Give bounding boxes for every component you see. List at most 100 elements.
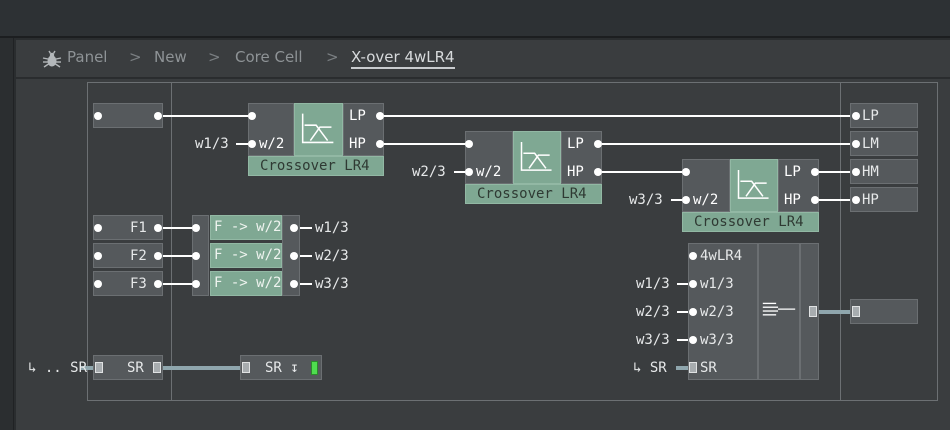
output-hm-port[interactable] bbox=[852, 168, 860, 176]
crossover-2-w-port[interactable] bbox=[465, 168, 473, 176]
bug-icon[interactable] bbox=[42, 50, 62, 70]
output-lm[interactable] bbox=[850, 131, 918, 156]
ext-w2-label: w2/3 bbox=[636, 304, 670, 320]
crossover-1-hp-label: HP bbox=[349, 136, 366, 152]
input-port[interactable] bbox=[94, 112, 102, 120]
module-4wlr4-w1-port[interactable] bbox=[689, 280, 697, 288]
ext-sr-in-label: ↳ .. SR bbox=[28, 360, 88, 376]
crossover-3-w-port[interactable] bbox=[682, 196, 690, 204]
output-hp-label: HP bbox=[862, 192, 879, 208]
freq-knob-f3-in-port[interactable] bbox=[94, 280, 102, 288]
breadcrumb-item-current[interactable]: X-over 4wLR4 bbox=[351, 48, 455, 69]
converter-1-in-port[interactable] bbox=[192, 224, 200, 232]
converter-1-out-label: w1/3 bbox=[315, 220, 349, 236]
output-hm[interactable] bbox=[850, 159, 918, 184]
crossover-2-hp-label: HP bbox=[567, 164, 584, 180]
module-4wlr4-sr-port[interactable] bbox=[689, 362, 697, 373]
converter-1-label: F -> w/2 bbox=[214, 219, 282, 235]
crossover-3-lp-port[interactable] bbox=[811, 168, 819, 176]
sr-readout-label: SR ↧ bbox=[265, 360, 299, 376]
crossover-filter-icon bbox=[301, 113, 334, 144]
crossover-1-hp-port[interactable] bbox=[376, 140, 384, 148]
converter-3-out-label: w3/3 bbox=[315, 276, 349, 292]
ext-w3-label: w3/3 bbox=[629, 192, 663, 208]
crossover-1-w-label: w/2 bbox=[259, 136, 285, 152]
freq-knob-f2[interactable] bbox=[93, 243, 163, 268]
module-4wlr4-bus-block[interactable] bbox=[758, 243, 800, 380]
output-lm-label: LM bbox=[862, 136, 879, 152]
bus-output-in-port[interactable] bbox=[852, 306, 860, 317]
module-4wlr4-w1-label: w1/3 bbox=[700, 276, 734, 292]
freq-knob-f2-label: F2 bbox=[130, 248, 147, 264]
signal-input-module[interactable] bbox=[93, 103, 163, 128]
output-hm-label: HM bbox=[862, 164, 879, 180]
breadcrumb-item-core-cell[interactable]: Core Cell bbox=[235, 48, 303, 66]
crossover-2-w-label: w/2 bbox=[476, 164, 502, 180]
module-4wlr4-in-port[interactable] bbox=[689, 252, 697, 260]
crossover-1-w-port[interactable] bbox=[248, 140, 256, 148]
freq-knob-f1[interactable] bbox=[93, 215, 163, 240]
sr-readout-in-port[interactable] bbox=[242, 362, 250, 373]
ext-w3-label: w3/3 bbox=[636, 332, 670, 348]
crossover-2-lp-port[interactable] bbox=[594, 140, 602, 148]
crossover-2-hp-port[interactable] bbox=[594, 168, 602, 176]
output-port[interactable] bbox=[154, 112, 162, 120]
crossover-1-lp-label: LP bbox=[349, 108, 366, 124]
module-4wlr4-w3-port[interactable] bbox=[689, 336, 697, 344]
converter-2-out-port[interactable] bbox=[290, 252, 298, 260]
crossover-2-filter-graph[interactable] bbox=[513, 131, 561, 184]
module-4wlr4-w2-port[interactable] bbox=[689, 308, 697, 316]
crossover-filter-icon bbox=[737, 170, 769, 199]
converter-3-label: F -> w/2 bbox=[214, 275, 282, 291]
converter-2[interactable]: F -> w/2 bbox=[210, 243, 282, 268]
module-4wlr4-bus-out-port[interactable] bbox=[809, 306, 817, 317]
breadcrumb: Panel > New > Core Cell > X-over 4wLR4 bbox=[16, 40, 950, 78]
ext-w1-label: w1/3 bbox=[195, 136, 229, 152]
ext-sr-label: ↳ SR bbox=[633, 360, 667, 376]
module-4wlr4-sr-label: SR bbox=[700, 360, 717, 376]
sr-module-in-port[interactable] bbox=[95, 362, 103, 373]
output-hp-port[interactable] bbox=[852, 196, 860, 204]
freq-knob-f2-in-port[interactable] bbox=[94, 252, 102, 260]
crossover-1-lp-port[interactable] bbox=[376, 112, 384, 120]
crossover-1-title-bar[interactable]: Crossover LR4 bbox=[248, 156, 384, 176]
crossover-2-lp-label: LP bbox=[567, 136, 584, 152]
crossover-1-filter-graph[interactable] bbox=[294, 103, 343, 156]
module-4wlr4-w2-label: w2/3 bbox=[700, 304, 734, 320]
breadcrumb-item-panel[interactable]: Panel bbox=[67, 48, 107, 66]
output-hp[interactable] bbox=[850, 187, 918, 212]
converter-3[interactable]: F -> w/2 bbox=[210, 271, 282, 296]
crossover-3-title-bar[interactable]: Crossover LR4 bbox=[682, 212, 819, 232]
crossover-3-filter-graph[interactable] bbox=[730, 159, 778, 212]
sr-module-out-port[interactable] bbox=[153, 362, 161, 373]
crossover-2-signal-port[interactable] bbox=[465, 140, 473, 148]
converter-3-out-port[interactable] bbox=[290, 280, 298, 288]
merge-bus-icon bbox=[762, 302, 796, 316]
freq-knob-f3-out-port[interactable] bbox=[154, 280, 162, 288]
output-lm-port[interactable] bbox=[852, 140, 860, 148]
crossover-1-signal-port[interactable] bbox=[248, 112, 256, 120]
converter-1-out-port[interactable] bbox=[290, 224, 298, 232]
crossover-filter-icon bbox=[520, 142, 552, 171]
crossover-2-title-bar[interactable]: Crossover LR4 bbox=[465, 184, 602, 204]
output-lp-port[interactable] bbox=[852, 112, 860, 120]
breadcrumb-separator: > bbox=[208, 48, 221, 66]
top-toolbar bbox=[0, 0, 950, 38]
module-4wlr4-w3-label: w3/3 bbox=[700, 332, 734, 348]
bus-output-module[interactable] bbox=[850, 299, 918, 324]
crossover-3-signal-port[interactable] bbox=[682, 168, 690, 176]
breadcrumb-separator: > bbox=[129, 48, 142, 66]
freq-knob-f2-out-port[interactable] bbox=[154, 252, 162, 260]
output-lp-label: LP bbox=[862, 108, 879, 124]
freq-knob-f3-label: F3 bbox=[130, 276, 147, 292]
converter-1[interactable]: F -> w/2 bbox=[210, 215, 282, 240]
left-sidebar-strip bbox=[0, 38, 14, 430]
converter-2-in-port[interactable] bbox=[192, 252, 200, 260]
freq-knob-f1-in-port[interactable] bbox=[94, 224, 102, 232]
converter-3-in-port[interactable] bbox=[192, 280, 200, 288]
breadcrumb-item-new[interactable]: New bbox=[154, 48, 187, 66]
freq-knob-f1-out-port[interactable] bbox=[154, 224, 162, 232]
output-lp[interactable] bbox=[850, 103, 918, 128]
freq-knob-f3[interactable] bbox=[93, 271, 163, 296]
crossover-3-hp-port[interactable] bbox=[811, 196, 819, 204]
